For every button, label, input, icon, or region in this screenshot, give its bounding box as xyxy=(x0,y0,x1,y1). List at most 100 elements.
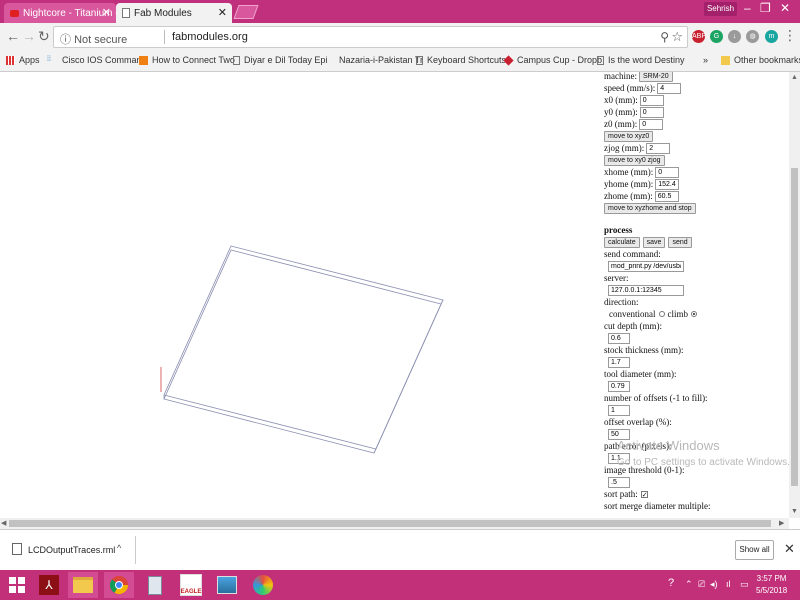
show-all-button[interactable]: Show all xyxy=(735,540,774,560)
process-heading: process xyxy=(604,225,633,235)
send-command-input[interactable] xyxy=(608,260,684,272)
divider xyxy=(135,536,136,564)
acrobat-icon[interactable]: ⅄ xyxy=(34,572,64,598)
chrome-icon[interactable] xyxy=(104,572,134,598)
server-input[interactable] xyxy=(608,284,684,296)
bookmark-how-to-connect[interactable]: How to Connect Two xyxy=(139,55,235,65)
yhome-input[interactable] xyxy=(655,178,680,190)
address-bar[interactable]: ⓘ Not secure fabmodules.org ⚲ ☆ xyxy=(53,26,688,48)
bookmark-nazaria[interactable]: Nazaria-i-Pakistan Tr xyxy=(339,55,423,65)
calculator-icon[interactable] xyxy=(140,572,170,598)
direction-options: conventional climb xyxy=(604,308,786,320)
apps-grid-icon xyxy=(6,55,15,65)
bookmark-star-icon[interactable]: ☆ xyxy=(671,29,683,45)
vertical-scroll-thumb[interactable] xyxy=(791,168,798,486)
scroll-up-icon[interactable]: ▲ xyxy=(791,74,798,81)
toolpath-canvas[interactable] xyxy=(0,72,600,518)
xhome-input[interactable] xyxy=(655,166,680,178)
sort-path-checkbox[interactable]: ✓ xyxy=(640,490,648,498)
image-threshold-input[interactable] xyxy=(608,476,630,488)
download-filename[interactable]: LCDOutputTraces.rml xyxy=(28,545,115,555)
grammarly-icon[interactable]: G xyxy=(710,30,723,43)
bookmark-keyboard-shortcuts[interactable]: Keyboard Shortcuts xyxy=(416,55,506,65)
adblock-icon[interactable]: ABP xyxy=(692,30,706,43)
horizontal-scroll-thumb[interactable] xyxy=(9,520,771,527)
bookmarks-overflow[interactable]: » xyxy=(703,55,708,65)
paint-icon[interactable] xyxy=(248,572,278,598)
battery-icon[interactable]: ▭ xyxy=(740,579,749,590)
scroll-down-icon[interactable]: ▼ xyxy=(791,508,798,515)
close-tab-icon[interactable]: ✕ xyxy=(102,6,111,19)
profile-button[interactable]: Sehrish xyxy=(704,2,737,16)
move-to-xyz0-button[interactable]: move to xyz0 xyxy=(604,130,654,142)
zjog-input[interactable] xyxy=(646,142,671,154)
forward-icon[interactable]: → xyxy=(22,28,36,44)
not-secure-indicator[interactable]: ⓘ Not secure xyxy=(60,31,127,47)
tab-strip: Nightcore - Titanium (Lyri ✕ Fab Modules… xyxy=(0,0,800,23)
folder-icon xyxy=(721,55,730,65)
offset-overlap-label: offset overlap (%): xyxy=(604,417,672,427)
minimize-icon[interactable]: – xyxy=(744,1,751,15)
download-shelf: LCDOutputTraces.rml ^ Show all ✕ xyxy=(0,529,800,570)
direction-label: direction: xyxy=(604,297,639,307)
download-ext-icon[interactable]: ↓ xyxy=(728,30,741,43)
bookmark-apps[interactable]: Apps xyxy=(6,55,40,65)
bookmark-other[interactable]: Other bookmarks xyxy=(721,55,800,65)
new-tab-button[interactable] xyxy=(233,5,259,19)
z0-row: z0 (mm): xyxy=(604,118,786,130)
menu-icon[interactable]: ⋮ xyxy=(783,27,797,44)
cut-depth-input[interactable] xyxy=(608,332,630,344)
calculate-button[interactable]: calculate xyxy=(604,236,640,248)
restore-icon[interactable]: ❐ xyxy=(760,1,771,15)
horizontal-scrollbar[interactable]: ◀ ▶ xyxy=(0,518,789,529)
move-to-xyzhome-stop-button[interactable]: move to xyzhome and stop xyxy=(604,202,696,214)
scroll-left-icon[interactable]: ◀ xyxy=(1,519,6,527)
usb-icon[interactable]: ⎚ xyxy=(698,579,705,590)
close-window-icon[interactable]: ✕ xyxy=(780,1,790,15)
y0-input[interactable] xyxy=(639,106,664,118)
search-icon[interactable]: ⚲ xyxy=(660,30,669,44)
bookmark-campus-cup[interactable]: Campus Cup - Dropb xyxy=(503,54,602,66)
machine-select[interactable]: SRM-20 xyxy=(639,72,673,82)
zhome-row: zhome (mm): xyxy=(604,190,786,202)
send-button[interactable]: send xyxy=(668,236,692,248)
bookmark-diyar-e-dil[interactable]: Diyar e Dil Today Epi xyxy=(233,55,327,65)
offsets-input[interactable] xyxy=(608,404,630,416)
eagle-icon[interactable]: EAGLE xyxy=(176,572,206,598)
reload-icon[interactable]: ↻ xyxy=(38,28,50,45)
tool-diameter-input[interactable] xyxy=(608,380,630,392)
bookmark-destiny[interactable]: Is the word Destiny xyxy=(597,55,685,65)
taskbar: ⅄ EAGLE ? ⌃ ⎚ ◂) ıl ▭ 3:57 PM 5/5/2018 xyxy=(0,570,800,600)
file-explorer-icon[interactable] xyxy=(68,572,98,598)
save-button[interactable]: save xyxy=(642,236,666,248)
m-extension-icon[interactable]: m xyxy=(765,30,778,43)
wifi-icon[interactable]: ıl xyxy=(726,579,731,589)
close-shelf-icon[interactable]: ✕ xyxy=(784,541,795,557)
download-options-icon[interactable]: ^ xyxy=(117,543,121,553)
yhome-row: yhome (mm): xyxy=(604,178,786,190)
z0-input[interactable] xyxy=(639,118,664,130)
scroll-right-icon[interactable]: ▶ xyxy=(779,519,784,527)
move-to-xy0-zjog-button[interactable]: move to xy0 zjog xyxy=(604,154,665,166)
clock[interactable]: 3:57 PM 5/5/2018 xyxy=(756,573,787,597)
tab-fab-modules[interactable]: Fab Modules ✕ xyxy=(116,3,232,23)
url-text[interactable]: fabmodules.org xyxy=(172,31,248,43)
windows-start-icon[interactable] xyxy=(2,572,32,598)
photos-icon[interactable] xyxy=(212,572,242,598)
bookmark-cisco[interactable]: ⁞⁞ Cisco IOS Command xyxy=(47,55,147,65)
climb-radio[interactable] xyxy=(691,311,697,317)
zhome-input[interactable] xyxy=(654,190,679,202)
tray-expand-icon[interactable]: ⌃ xyxy=(685,579,693,590)
stock-thickness-input[interactable] xyxy=(608,356,630,368)
back-icon[interactable]: ← xyxy=(6,28,20,44)
conventional-radio[interactable] xyxy=(658,311,665,317)
speed-input[interactable] xyxy=(657,82,682,94)
tab-nightcore[interactable]: Nightcore - Titanium (Lyri ✕ xyxy=(4,3,116,23)
x0-input[interactable] xyxy=(639,94,664,106)
clock-time: 3:57 PM xyxy=(756,574,787,583)
vertical-scrollbar[interactable]: ▲ ▼ xyxy=(789,72,800,518)
volume-icon[interactable]: ◂) xyxy=(710,579,718,590)
close-tab-icon[interactable]: ✕ xyxy=(218,6,227,19)
help-icon[interactable]: ? xyxy=(668,577,674,589)
extension-icon[interactable]: ◍ xyxy=(746,30,759,43)
